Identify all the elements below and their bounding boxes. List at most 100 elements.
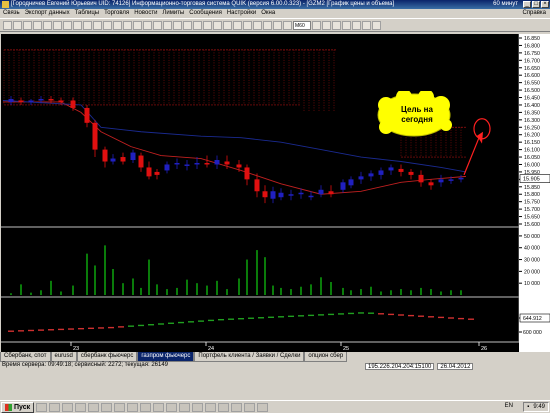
tab-portfolio[interactable]: Портфель клиента / Заявки / Сделки — [194, 352, 305, 362]
price-tick-label: 15.850 — [524, 185, 540, 191]
candle-body — [428, 182, 434, 186]
taskbar-app-button[interactable] — [218, 402, 230, 412]
toolbar-button[interactable] — [342, 20, 351, 30]
taskbar-app-button[interactable] — [75, 402, 87, 412]
toolbar-button[interactable] — [23, 20, 32, 30]
toolbar-button[interactable] — [53, 20, 62, 30]
menu-item[interactable]: Торговля — [104, 9, 129, 18]
toolbar-button[interactable] — [243, 20, 252, 30]
taskbar-app-button[interactable] — [140, 402, 152, 412]
toolbar-button[interactable] — [43, 20, 52, 30]
toolbar-button[interactable] — [213, 20, 222, 30]
taskbar-app-button[interactable] — [192, 402, 204, 412]
menu-item[interactable]: Настройки — [227, 9, 256, 18]
timeframe-label: 60 минут — [493, 1, 518, 7]
taskbar-app-button[interactable] — [114, 402, 126, 412]
app-icon — [2, 1, 9, 8]
tab-eurusd[interactable]: eurusd — [50, 352, 77, 362]
taskbar-app-button[interactable] — [166, 402, 178, 412]
language-indicator[interactable]: EN — [505, 403, 513, 409]
taskbar-app-button[interactable] — [231, 402, 243, 412]
toolbar-button[interactable] — [183, 20, 192, 30]
chart-window[interactable]: 16.850 16.800 16.750 16.700 16.650 16.600 16.5… — [1, 34, 550, 352]
toolbar-button[interactable] — [223, 20, 232, 30]
volume-tick-label: 40 000 — [524, 246, 540, 252]
candle-body — [318, 189, 324, 195]
volume-tick-label: 50 000 — [524, 234, 540, 240]
toolbar-button[interactable] — [312, 20, 321, 30]
minimize-button[interactable]: _ — [523, 1, 531, 8]
toolbar-button[interactable] — [253, 20, 262, 30]
taskbar-app-button[interactable] — [153, 402, 165, 412]
menu-item[interactable]: Окна — [261, 9, 275, 18]
toolbar-button[interactable] — [153, 20, 162, 30]
osc-tick-label: 644.912 — [523, 316, 542, 322]
tab-gazprom-futures[interactable]: газпром фьючерс — [137, 352, 195, 362]
title-bar: [Городничев Евгений Юрьевич UID: 74126] … — [0, 0, 550, 9]
price-tick-label: 16.400 — [524, 103, 540, 109]
menu-item[interactable]: Экспорт данных — [25, 9, 70, 18]
start-button[interactable]: Пуск — [1, 401, 35, 413]
toolbar-button[interactable] — [163, 20, 172, 30]
menu-item[interactable]: Сообщения — [189, 9, 222, 18]
taskbar-app-button[interactable] — [127, 402, 139, 412]
volume-tick-label: 10 000 — [524, 281, 540, 287]
candle-body — [378, 170, 384, 175]
toolbar-button[interactable] — [83, 20, 92, 30]
taskbar-app-button[interactable] — [62, 402, 74, 412]
toolbar-button[interactable] — [13, 20, 22, 30]
candle-body — [48, 99, 54, 101]
toolbar-button[interactable] — [372, 20, 381, 30]
close-button[interactable]: × — [541, 1, 549, 8]
menu-item[interactable]: Связь — [3, 9, 20, 18]
menu-item[interactable]: Лимиты — [162, 9, 184, 18]
taskbar-app-button[interactable] — [257, 402, 269, 412]
toolbar-button[interactable] — [103, 20, 112, 30]
maximize-button[interactable]: □ — [532, 1, 540, 8]
candle-body — [368, 173, 374, 177]
toolbar-button[interactable] — [193, 20, 202, 30]
tab-option-sber[interactable]: опцион сбер — [304, 352, 348, 362]
toolbar-button[interactable] — [143, 20, 152, 30]
menu-help[interactable]: Справка — [522, 9, 546, 18]
toolbar-button[interactable] — [233, 20, 242, 30]
toolbar-button[interactable] — [113, 20, 122, 30]
menu-item[interactable]: Таблицы — [75, 9, 100, 18]
toolbar-button[interactable] — [73, 20, 82, 30]
taskbar-app-button[interactable] — [101, 402, 113, 412]
callout-text: Цель на сегодня — [401, 105, 433, 124]
toolbar-button[interactable] — [263, 20, 272, 30]
toolbar-button[interactable] — [322, 20, 331, 30]
toolbar-button[interactable] — [352, 20, 361, 30]
toolbar-button[interactable] — [332, 20, 341, 30]
toolbar-button[interactable] — [133, 20, 142, 30]
toolbar-button[interactable] — [33, 20, 42, 30]
taskbar-app-button[interactable] — [244, 402, 256, 412]
toolbar-button[interactable] — [173, 20, 182, 30]
taskbar-app-button[interactable] — [88, 402, 100, 412]
toolbar-button[interactable] — [93, 20, 102, 30]
toolbar-button[interactable] — [63, 20, 72, 30]
candle-body — [348, 179, 354, 186]
price-tick-label: 16.450 — [524, 96, 540, 102]
toolbar-button[interactable] — [3, 20, 12, 30]
taskbar-app-button[interactable] — [49, 402, 61, 412]
toolbar-button[interactable] — [123, 20, 132, 30]
taskbar-app-button[interactable] — [36, 402, 48, 412]
toolbar-button[interactable] — [283, 20, 292, 30]
interval-select[interactable]: M60 — [293, 20, 311, 30]
window-tabs: Сбербанк, спот eurusd сбербанк фьючерс г… — [0, 352, 550, 362]
candle-body — [388, 167, 394, 171]
tab-sber-spot[interactable]: Сбербанк, спот — [0, 352, 51, 362]
price-tick-label: 15.650 — [524, 215, 540, 221]
taskbar-app-button[interactable] — [205, 402, 217, 412]
menu-item[interactable]: Новости — [134, 9, 157, 18]
tab-sber-futures[interactable]: сбербанк фьючерс — [76, 352, 138, 362]
taskbar-app-button[interactable] — [179, 402, 191, 412]
toolbar-button[interactable] — [362, 20, 371, 30]
clock: 9:49 — [533, 404, 545, 410]
toolbar-button[interactable] — [203, 20, 212, 30]
toolbar-button[interactable] — [273, 20, 282, 30]
candle-body — [92, 122, 98, 150]
server-time: Время сервера: 09:49:18; сервисный: 2272… — [2, 362, 169, 368]
